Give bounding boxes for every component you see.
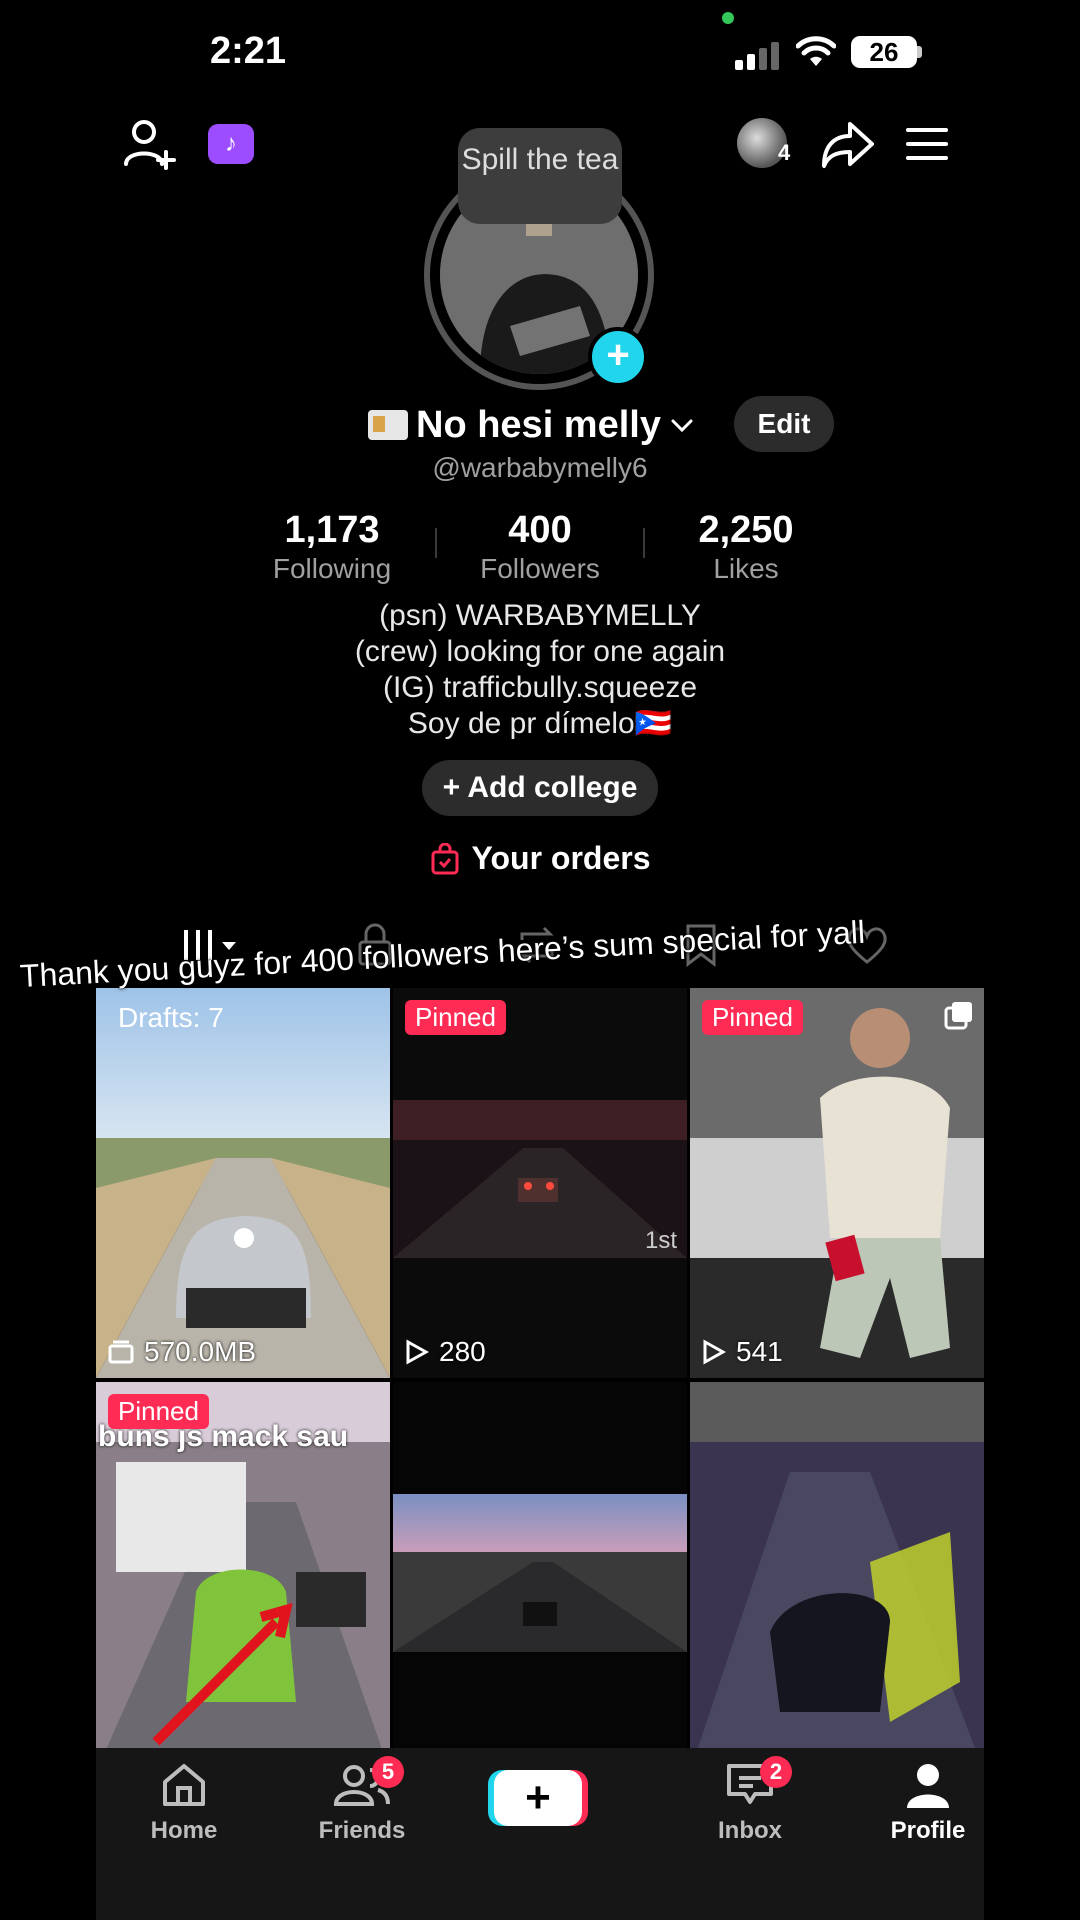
music-note-icon: ♪	[225, 130, 237, 157]
shopping-bag-icon	[431, 842, 458, 874]
stat-label: Followers	[480, 553, 600, 584]
share-icon[interactable]	[820, 116, 876, 172]
thumbnail-art	[690, 988, 984, 1378]
bio-line: (psn) WARBABYMELLY	[379, 599, 701, 632]
bio-line: (IG) trafficbully.squeeze	[382, 671, 698, 704]
video-thumbnail-drafts[interactable]: Drafts: 7 570.0MB	[96, 988, 390, 1378]
stat-followers[interactable]: 400 Followers	[450, 508, 630, 586]
username: @warbabymelly6	[432, 452, 648, 483]
nav-profile-label: Profile	[890, 1817, 966, 1844]
add-college-button[interactable]: + Add college	[422, 760, 658, 816]
thumbnail-art	[393, 1382, 687, 1772]
video-thumbnail-pinned[interactable]: 1st Pinned 280	[393, 988, 687, 1378]
drafts-badge: Drafts: 7	[118, 1002, 224, 1033]
stat-following[interactable]: 1,173 Following	[242, 508, 422, 586]
create-post-button[interactable]: +	[494, 1770, 582, 1826]
bottom-navigation: Home 5 Friends + 2 Inbox Profile	[96, 1748, 984, 1920]
bio: (psn) WARBABYMELLY (crew) looking for on…	[0, 598, 1080, 742]
stat-label: Likes	[713, 553, 779, 584]
video-thumbnail[interactable]	[393, 1382, 687, 1772]
edit-profile-button[interactable]: Edit	[734, 396, 834, 452]
add-friend-icon[interactable]	[122, 116, 178, 172]
wifi-icon	[796, 36, 836, 66]
rank-text: 1st	[645, 1227, 677, 1254]
nav-profile[interactable]: Profile	[868, 1762, 988, 1845]
battery-indicator: 26	[851, 36, 917, 68]
play-icon	[703, 1339, 726, 1365]
drafts-icon	[108, 1340, 134, 1364]
chevron-down-icon[interactable]	[669, 412, 695, 438]
video-thumbnail-pinned[interactable]: Pinned 541	[690, 988, 984, 1378]
nav-inbox[interactable]: 2 Inbox	[690, 1756, 810, 1845]
nav-friends-label: Friends	[318, 1817, 406, 1844]
add-college-label: Add college	[467, 771, 638, 804]
caption-overlay: Thank you guyz for 400 followers here’s …	[19, 913, 866, 994]
battery-nub	[917, 46, 922, 58]
stat-value: 1,173	[284, 509, 380, 551]
profile-icon	[907, 1764, 949, 1808]
inbox-badge: 2	[760, 1756, 792, 1788]
story-count: 4	[778, 140, 791, 165]
tiktok-studio-icon[interactable]: ♪	[208, 124, 254, 164]
play-count: 280	[405, 1336, 486, 1368]
menu-icon[interactable]	[904, 124, 950, 164]
play-count-value: 280	[439, 1336, 486, 1367]
display-name: No hesi melly	[416, 403, 661, 446]
nav-home-label: Home	[150, 1817, 218, 1844]
your-orders-link[interactable]: Your orders	[0, 840, 1080, 877]
home-icon	[163, 1764, 205, 1806]
nav-home[interactable]: Home	[124, 1762, 244, 1845]
stat-value: 2,250	[698, 509, 794, 551]
play-icon	[406, 1339, 429, 1365]
thumbnail-art	[690, 1382, 984, 1772]
spill-the-tea-bubble[interactable]: Spill the tea	[458, 128, 622, 224]
stat-likes[interactable]: 2,250 Likes	[656, 508, 836, 586]
video-thumbnail[interactable]	[690, 1382, 984, 1772]
bio-line: Soy de pr dímelo🇵🇷	[407, 707, 673, 740]
play-count-value: 541	[736, 1336, 783, 1367]
pinned-badge: Pinned	[405, 1000, 506, 1035]
id-card-icon	[368, 410, 408, 440]
plus-icon: +	[442, 771, 468, 804]
thumbnail-art	[96, 988, 390, 1378]
name-row[interactable]: No hesi melly	[368, 400, 695, 450]
nav-friends[interactable]: 5 Friends	[302, 1756, 422, 1845]
multi-photo-icon	[944, 1002, 972, 1030]
status-time: 2:21	[210, 30, 287, 72]
divider	[435, 528, 437, 558]
divider	[643, 528, 645, 558]
video-thumbnail-pinned[interactable]: buns js mack sau Pinned	[96, 1382, 390, 1772]
thumbnail-art: 1st	[393, 988, 687, 1378]
privacy-indicator	[722, 12, 734, 24]
bio-line: (crew) looking for one again	[354, 635, 726, 668]
stat-label: Following	[272, 553, 392, 584]
drafts-size-value: 570.0MB	[144, 1336, 257, 1367]
pinned-badge: Pinned	[108, 1394, 209, 1429]
nav-inbox-label: Inbox	[718, 1817, 782, 1844]
stat-value: 400	[508, 509, 572, 551]
drafts-size: 570.0MB	[108, 1336, 256, 1368]
add-avatar-button[interactable]: +	[588, 327, 648, 387]
play-count: 541	[702, 1336, 783, 1368]
pinned-badge: Pinned	[702, 1000, 803, 1035]
cellular-signal-icon	[735, 42, 779, 70]
your-orders-label: Your orders	[471, 840, 651, 876]
friends-badge: 5	[372, 1756, 404, 1788]
